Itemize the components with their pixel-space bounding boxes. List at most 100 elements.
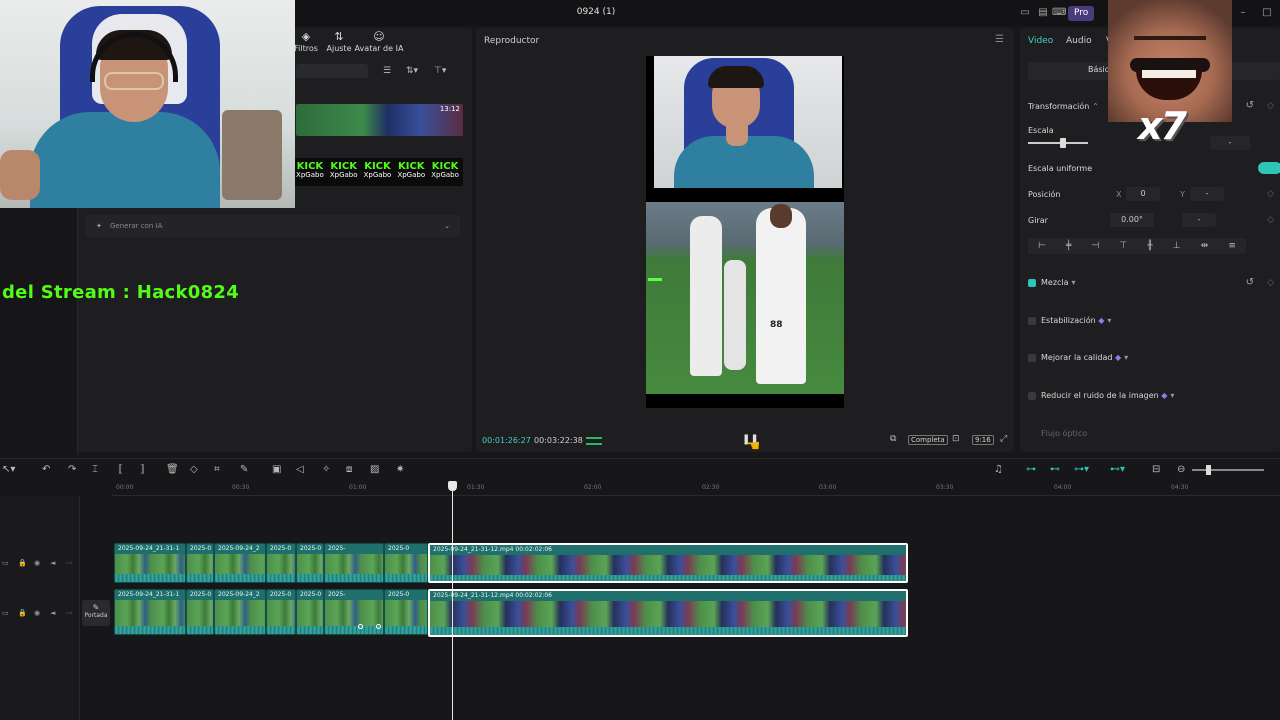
- blend-label[interactable]: Mezcla ▾: [1041, 278, 1076, 287]
- timeline-clip[interactable]: 2025-: [324, 589, 384, 635]
- timeline-clip[interactable]: 2025-09-24_21-31-1: [114, 589, 186, 635]
- keyframe-marker[interactable]: [358, 624, 363, 629]
- pos-y-input[interactable]: -: [1190, 187, 1224, 201]
- lock-icon[interactable]: 🔒: [18, 559, 27, 567]
- filter-menu-icon[interactable]: ⊤▾: [434, 66, 446, 76]
- quality-button[interactable]: Completa: [908, 435, 948, 445]
- freeze-icon[interactable]: ▣: [272, 464, 281, 475]
- reset-icon[interactable]: ↺: [1246, 277, 1254, 288]
- undo-icon[interactable]: ↶: [42, 464, 50, 475]
- trim-left-icon[interactable]: ⟦: [118, 464, 123, 475]
- fit-icon[interactable]: ⊡: [952, 434, 960, 444]
- align-top-icon[interactable]: ⊤: [1119, 241, 1127, 251]
- improve-quality-label[interactable]: Mejorar la calidad ◆ ▾: [1041, 353, 1128, 362]
- rotate-input[interactable]: 0.00°: [1110, 213, 1154, 227]
- keyframe-icon[interactable]: ◇: [1267, 278, 1274, 288]
- fullscreen-icon[interactable]: ⤢: [1000, 434, 1007, 444]
- stabilize-checkbox[interactable]: [1028, 317, 1036, 325]
- keyframe-icon[interactable]: ◇: [1267, 189, 1274, 199]
- generate-with-ai-dropdown[interactable]: ✦ Generar con IA ⌄: [86, 215, 460, 237]
- caption-icon[interactable]: ⧈: [346, 464, 352, 475]
- rotate-extra-input[interactable]: -: [1182, 213, 1216, 227]
- panel-icon[interactable]: ▤: [1036, 6, 1050, 20]
- crop-icon[interactable]: ⌗: [214, 464, 220, 475]
- media-thumbnail[interactable]: 13:12: [296, 104, 463, 136]
- timeline-clip[interactable]: 2025-0: [266, 543, 296, 583]
- playhead-handle[interactable]: [448, 481, 457, 491]
- keyframe-icon[interactable]: ◇: [1267, 101, 1274, 111]
- timeline-clip[interactable]: 2025-0: [384, 589, 428, 635]
- pen-icon[interactable]: ✎: [240, 464, 248, 475]
- split-icon[interactable]: ⌶: [92, 464, 98, 475]
- eye-icon[interactable]: ◉: [34, 559, 40, 567]
- tab-audio[interactable]: Audio: [1066, 36, 1092, 46]
- keyframe-icon[interactable]: ◇: [1267, 215, 1274, 225]
- shield-icon[interactable]: ◇: [190, 464, 198, 475]
- denoise-checkbox[interactable]: [1028, 392, 1036, 400]
- align-bottom-icon[interactable]: ⊥: [1173, 241, 1181, 251]
- pos-x-input[interactable]: 0: [1126, 187, 1160, 201]
- align-left-icon[interactable]: ⊢: [1038, 241, 1046, 251]
- minimize-icon[interactable]: –: [1236, 6, 1250, 20]
- menu-icon[interactable]: ☰: [995, 34, 1004, 45]
- select-tool-icon[interactable]: ↖▾: [2, 464, 15, 475]
- timeline-scope-icon[interactable]: [586, 437, 602, 445]
- more-icon[interactable]: ⋯: [66, 559, 73, 567]
- shortcuts-icon[interactable]: ⌨: [1052, 6, 1066, 20]
- preview-axis-icon[interactable]: ⊷▾: [1110, 464, 1125, 475]
- speaker-icon[interactable]: ◄: [50, 609, 55, 617]
- cover-button[interactable]: ✎ Portada: [82, 600, 110, 626]
- playhead-line[interactable]: [452, 482, 453, 720]
- preview-canvas[interactable]: 88: [646, 56, 844, 408]
- timeline-clip[interactable]: 2025-09-24_2: [214, 589, 266, 635]
- audio-icon[interactable]: ◁: [296, 464, 304, 475]
- timeline-clip[interactable]: 2025-0: [266, 589, 296, 635]
- timeline-clip[interactable]: 2025-0: [296, 543, 324, 583]
- timeline-ruler[interactable]: [112, 482, 1280, 496]
- zoom-out-icon[interactable]: ⊖: [1177, 464, 1185, 475]
- ai-tool-icon[interactable]: ✷: [396, 464, 404, 475]
- lock-icon[interactable]: 🔒: [18, 609, 27, 617]
- denoise-label[interactable]: Reducir el ruido de la imagen ◆ ▾: [1041, 391, 1174, 400]
- speaker-icon[interactable]: ◄: [50, 559, 55, 567]
- layout-icon[interactable]: ▭: [1018, 6, 1032, 20]
- timeline-clip[interactable]: 2025-09-24_2: [214, 543, 266, 583]
- align-middle-icon[interactable]: ╫: [1147, 241, 1152, 251]
- timeline-clip[interactable]: 2025-: [324, 543, 384, 583]
- uniform-scale-toggle[interactable]: [1258, 162, 1280, 174]
- distribute-h-icon[interactable]: ⇹: [1201, 241, 1209, 251]
- sort-icon[interactable]: ⇅▾: [406, 66, 418, 76]
- media-search-input[interactable]: [296, 64, 368, 78]
- ai-avatar-tab[interactable]: ☺ Avatar de IA: [354, 30, 404, 53]
- scale-value-input[interactable]: -: [1210, 136, 1250, 150]
- improve-quality-checkbox[interactable]: [1028, 354, 1036, 362]
- snapshot-icon[interactable]: ⧉: [890, 434, 896, 444]
- scale-slider-handle[interactable]: [1060, 138, 1066, 148]
- track-toggle-icon[interactable]: ▭: [2, 609, 9, 617]
- magic-icon[interactable]: ✧: [322, 464, 330, 475]
- timeline-clip[interactable]: 2025-0: [186, 543, 214, 583]
- pro-badge[interactable]: Pro: [1068, 6, 1095, 21]
- ratio-button[interactable]: 9:16: [972, 435, 994, 445]
- link-icon[interactable]: ⊶: [1026, 464, 1036, 475]
- distribute-v-icon[interactable]: ≡: [1228, 241, 1236, 251]
- image-icon[interactable]: ▨: [370, 464, 379, 475]
- keyframe-marker[interactable]: [376, 624, 381, 629]
- timeline-clip[interactable]: 2025-0: [296, 589, 324, 635]
- trim-right-icon[interactable]: ⟧: [140, 464, 145, 475]
- blend-checkbox[interactable]: [1028, 279, 1036, 287]
- tab-video[interactable]: Video: [1028, 36, 1053, 46]
- stabilize-label[interactable]: Estabilización ◆ ▾: [1041, 316, 1111, 325]
- redo-icon[interactable]: ↷: [68, 464, 76, 475]
- align-center-icon[interactable]: ╪: [1066, 241, 1071, 251]
- timeline-clip-selected[interactable]: 2025-09-24_21-31-12.mp4 00:02:02:06: [428, 543, 908, 583]
- track-toggle-icon[interactable]: ▭: [2, 559, 9, 567]
- kick-overlay-strip[interactable]: KICK XpGabo KICK XpGabo KICK XpGabo KICK XpG…: [292, 158, 463, 186]
- align-right-icon[interactable]: ⊣: [1091, 241, 1099, 251]
- reset-icon[interactable]: ↺: [1246, 100, 1254, 111]
- list-view-icon[interactable]: ☰: [383, 66, 391, 76]
- timeline-clip[interactable]: 2025-0: [186, 589, 214, 635]
- maximize-icon[interactable]: □: [1260, 6, 1274, 20]
- more-icon[interactable]: ⋯: [66, 609, 73, 617]
- snap-icon[interactable]: ⊶▾: [1074, 464, 1089, 475]
